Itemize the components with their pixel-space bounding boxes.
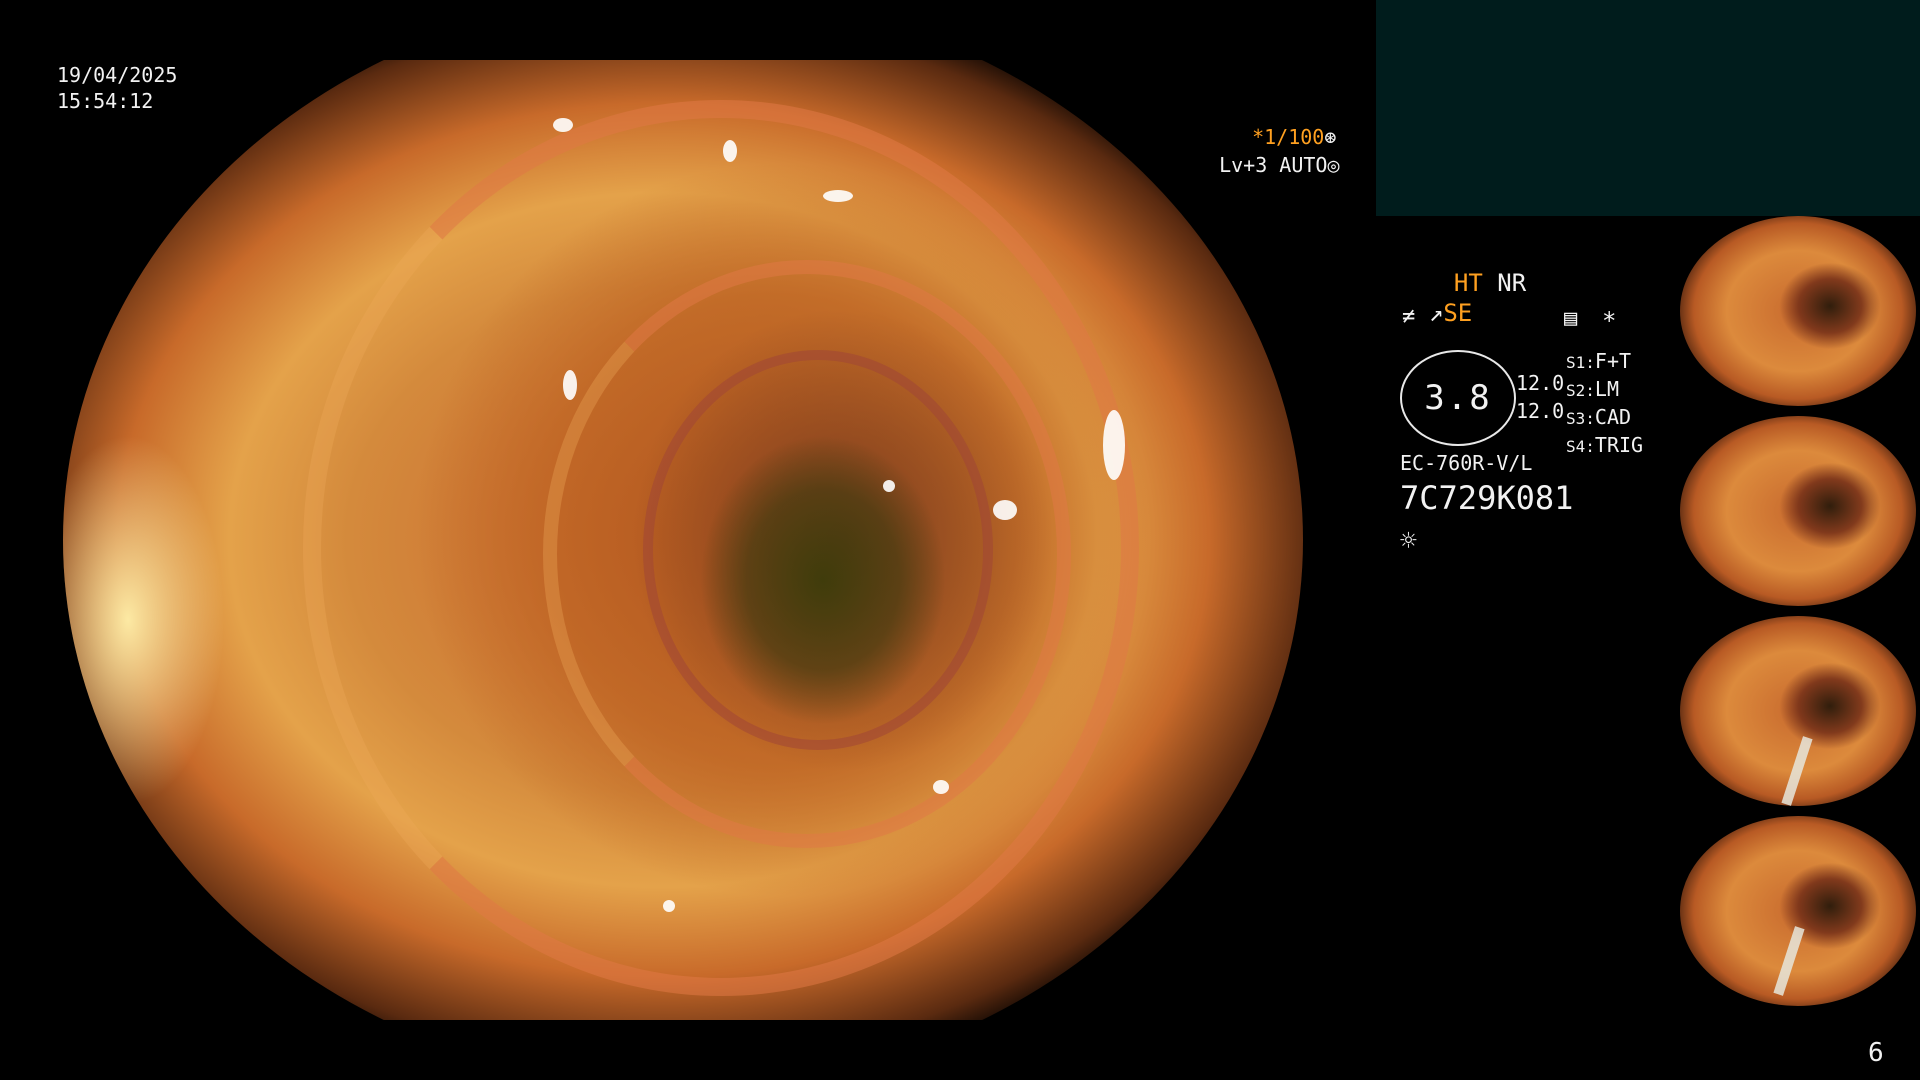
switch-row: S1:F+T xyxy=(1566,349,1632,373)
zoom-side-a: 12.0 xyxy=(1516,371,1565,395)
freeze-icon: ≠ xyxy=(1402,304,1416,329)
highlight xyxy=(1103,410,1125,480)
highlight xyxy=(553,118,573,132)
thumbnail[interactable] xyxy=(1672,216,1916,406)
zoom-indicator: 3.8 xyxy=(1400,350,1516,446)
exposure-level-value: Lv+3 AUTO xyxy=(1219,153,1328,177)
switch-row: S4:TRIG xyxy=(1566,433,1644,457)
thumbnail-image xyxy=(1680,816,1916,1006)
exposure-level: Lv+3 AUTO◎ xyxy=(1195,126,1340,178)
light-icon: ☼ xyxy=(1400,524,1417,557)
highlight xyxy=(723,140,737,162)
mucosa-fold xyxy=(643,350,993,750)
info-panel xyxy=(1376,0,1920,216)
date-label: 19/04/2025 xyxy=(57,63,178,87)
endoscope-view xyxy=(63,60,1303,1020)
asterisk-label: * xyxy=(1602,307,1617,335)
scope-model: EC-760R-V/L xyxy=(1400,451,1533,475)
switch-row: S3:CAD xyxy=(1566,405,1632,429)
thumbnail-image xyxy=(1680,416,1916,606)
thumbnail[interactable] xyxy=(1672,816,1916,1006)
highlight xyxy=(883,480,895,492)
switch-list: S1:F+T S2:LM S3:CAD S4:TRIG xyxy=(1566,348,1643,460)
page-number: 6 xyxy=(1868,1038,1884,1068)
highlight xyxy=(933,780,949,794)
se-label: SE xyxy=(1443,299,1473,327)
scope-serial: 7C729K081 xyxy=(1400,479,1574,517)
thumbnail[interactable] xyxy=(1672,616,1916,806)
menu-icon: ▤ xyxy=(1564,306,1578,331)
nr-label: NR xyxy=(1497,269,1527,297)
zoom-value: 3.8 xyxy=(1424,378,1492,418)
iris-icon: ◎ xyxy=(1327,153,1340,177)
scope-icon: ↗ xyxy=(1428,299,1444,327)
switch-row: S2:LM xyxy=(1566,377,1619,401)
zoom-side-b: 12.0 xyxy=(1516,399,1565,423)
thumbnail[interactable] xyxy=(1672,416,1916,606)
highlight xyxy=(663,900,675,912)
time-label: 15:54:12 xyxy=(57,89,154,113)
highlight xyxy=(993,500,1017,520)
highlight xyxy=(563,370,577,400)
highlight xyxy=(823,190,853,202)
thumbnail-image xyxy=(1680,216,1916,406)
